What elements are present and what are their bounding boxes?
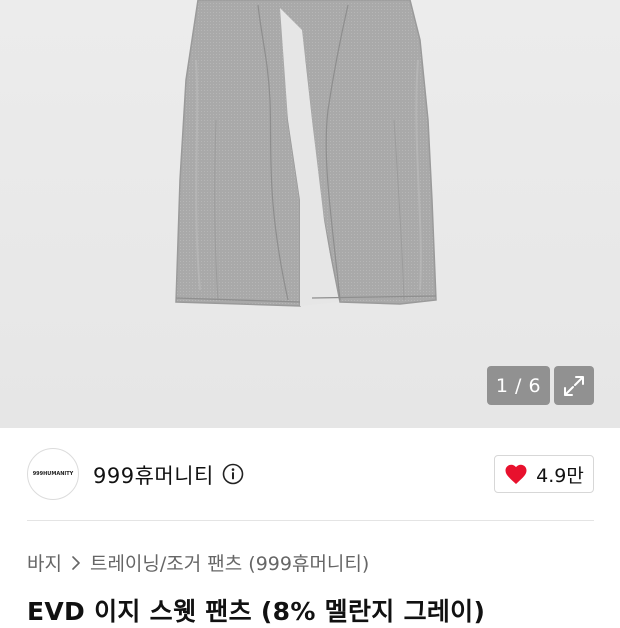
like-button[interactable]: 4.9만 <box>494 455 594 493</box>
like-count: 4.9만 <box>536 464 584 487</box>
brand-row: 999HUMANITY 999휴머니티 4.9만 <box>0 428 620 520</box>
expand-image-button[interactable] <box>554 366 594 405</box>
chevron-right-icon <box>72 555 80 570</box>
divider <box>27 520 594 521</box>
expand-icon <box>564 375 584 396</box>
brand-name-link[interactable]: 999휴머니티 <box>93 460 214 490</box>
product-photo <box>175 0 437 307</box>
heart-icon <box>505 464 527 484</box>
brand-logo-text: 999HUMANITY <box>32 471 74 477</box>
product-title: EVD 이지 스웻 팬츠 (8% 멜란지 그레이) <box>27 597 486 626</box>
image-page-indicator: 1 / 6 <box>487 366 550 405</box>
info-icon[interactable] <box>222 463 244 485</box>
brand-logo[interactable]: 999HUMANITY <box>27 448 79 500</box>
product-image-gallery[interactable]: 1 / 6 <box>0 0 620 428</box>
breadcrumb: 바지 트레이닝/조거 팬츠 (999휴머니티) <box>27 549 369 576</box>
breadcrumb-category[interactable]: 바지 <box>27 549 62 576</box>
breadcrumb-subcategory[interactable]: 트레이닝/조거 팬츠 (999휴머니티) <box>90 549 369 576</box>
